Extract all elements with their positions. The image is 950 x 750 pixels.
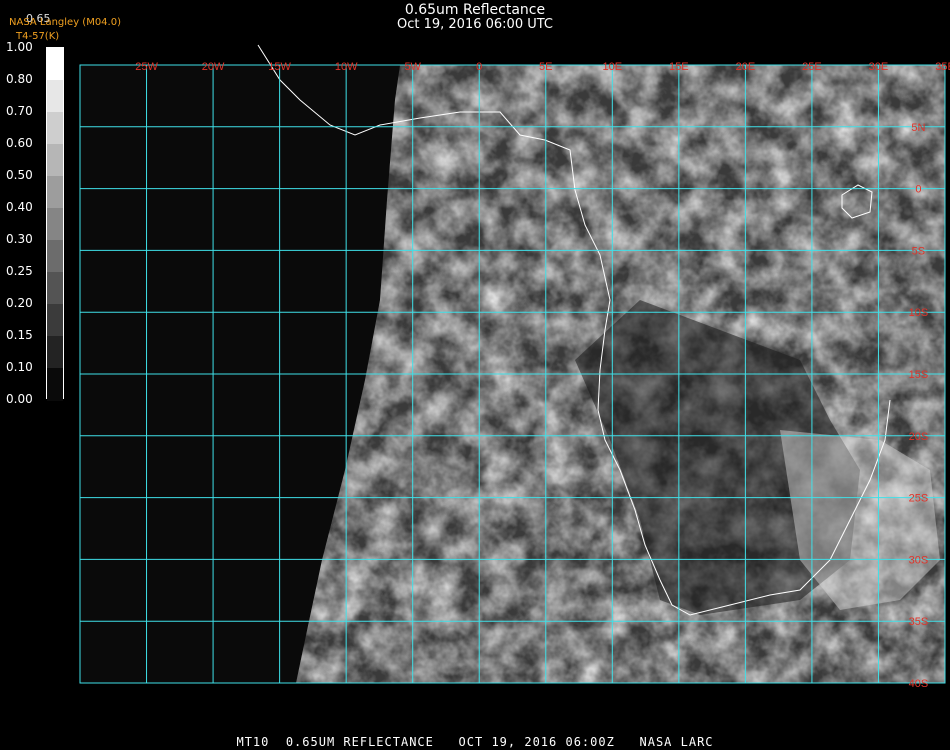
latitude-label: 5S xyxy=(912,245,925,257)
latitude-label: 10S xyxy=(909,307,929,319)
longitude-label: 15E xyxy=(669,61,689,73)
longitude-label: 15W xyxy=(268,61,291,73)
longitude-label: 30E xyxy=(869,61,889,73)
longitude-label: 10W xyxy=(335,61,358,73)
latitude-label: 0 xyxy=(915,184,921,196)
longitude-label: 35E xyxy=(935,61,950,73)
latitude-label: 20S xyxy=(909,431,929,443)
footer-caption: MT10 0.65UM REFLECTANCE OCT 19, 2016 06:… xyxy=(236,735,714,749)
longitude-label: 20E xyxy=(736,61,756,73)
latitude-label: 35S xyxy=(909,616,929,628)
longitude-label: 0 xyxy=(476,61,482,73)
latitude-label: 5N xyxy=(911,122,925,134)
longitude-label: 20W xyxy=(202,61,225,73)
latitude-label: 15S xyxy=(909,369,929,381)
satellite-map: 25W 20W 15W 10W 5W 0 5E 10E 15E 20E 25E 30E 35E 5N 0 5… xyxy=(79,44,950,690)
latitude-label: 40S xyxy=(909,678,929,690)
latitude-label: 30S xyxy=(909,554,929,566)
longitude-label: 25E xyxy=(802,61,822,73)
longitude-label: 25W xyxy=(135,61,158,73)
longitude-label: 5E xyxy=(539,61,552,73)
longitude-label: 10E xyxy=(603,61,623,73)
longitude-label: 5W xyxy=(404,61,421,73)
latitude-label: 25S xyxy=(909,493,929,505)
